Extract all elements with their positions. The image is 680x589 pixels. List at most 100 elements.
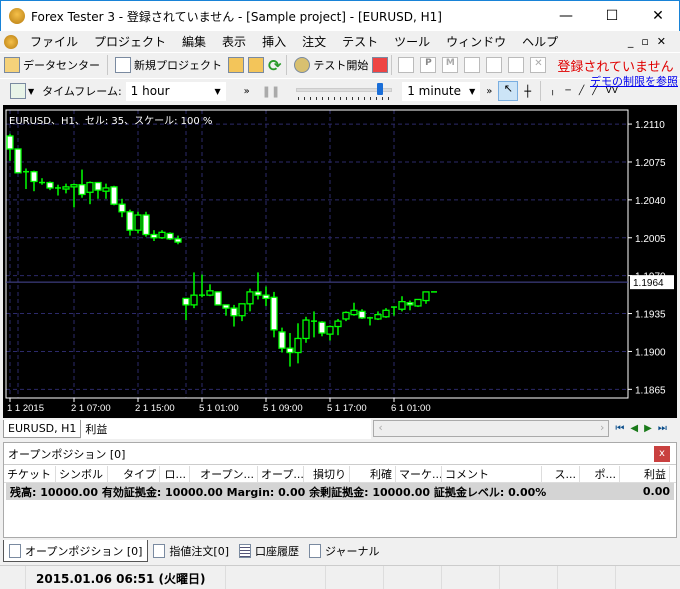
menu-order[interactable]: 注文	[294, 33, 334, 50]
panel-close-button[interactable]: x	[654, 445, 670, 462]
chart-tabs: EURUSD, H1 利益 ‹ › ⏮ ◀ ▶ ⏭	[3, 418, 677, 439]
vertical-line-icon[interactable]: ╷	[550, 86, 555, 96]
column-header[interactable]: 利益	[620, 465, 670, 482]
demo-limit-link[interactable]: デモの制限を参照	[590, 73, 678, 89]
column-header[interactable]: 利確	[350, 465, 396, 482]
candle-bearish	[254, 291, 262, 296]
candle-bullish	[158, 231, 166, 239]
menu-test[interactable]: テスト	[334, 33, 386, 50]
column-header[interactable]: シンボル	[56, 465, 108, 482]
tab-account-history[interactable]: 口座履歴	[234, 540, 304, 562]
menu-insert[interactable]: 挿入	[254, 33, 294, 50]
scroll-left-icon[interactable]: ‹	[378, 421, 382, 436]
chevron-down-icon[interactable]: ▼	[28, 87, 34, 96]
pending-document-icon	[153, 544, 166, 558]
speed-select[interactable]: 1 minute ▼	[402, 81, 481, 101]
candle-bearish	[126, 211, 134, 231]
chart-canvas: 1.21101.20751.20401.20051.19701.19351.19…	[5, 109, 674, 414]
tab-profit[interactable]: 利益	[81, 418, 372, 439]
menu-file[interactable]: ファイル	[22, 33, 86, 50]
close-button[interactable]: ✕	[635, 1, 680, 31]
candle-bearish	[78, 184, 86, 196]
scroll-right-icon[interactable]: ›	[600, 421, 604, 436]
candle-bullish	[238, 303, 246, 317]
separator	[391, 55, 393, 75]
minimize-button[interactable]: —	[543, 1, 589, 31]
column-header[interactable]: 損切り	[304, 465, 350, 482]
column-header[interactable]: オープ...	[258, 465, 304, 482]
tab-journal[interactable]: ジャーナル	[304, 540, 384, 562]
first-bar-icon[interactable]: ⏮	[615, 423, 624, 434]
new-project-button[interactable]: 新規プロジェクト	[111, 54, 226, 76]
next-bar-icon[interactable]: ▶	[644, 423, 652, 434]
separator	[286, 55, 288, 75]
strategy-icon[interactable]	[372, 57, 389, 73]
new-chart-icon[interactable]	[10, 83, 26, 99]
crosshair-tool-icon[interactable]: ┼	[524, 85, 531, 98]
menu-edit[interactable]: 編集	[174, 33, 214, 50]
column-header[interactable]: ス...	[542, 465, 580, 482]
last-bar-icon[interactable]: ⏭	[658, 423, 667, 434]
market-order-icon[interactable]: M	[442, 57, 459, 73]
pending-order-icon[interactable]: P	[420, 57, 437, 73]
tab-open-positions[interactable]: オープンポジション [0]	[3, 540, 149, 562]
column-header[interactable]: ポ...	[580, 465, 620, 482]
menu-project[interactable]: プロジェクト	[86, 33, 174, 50]
test-start-label: テスト開始	[313, 59, 369, 72]
column-header[interactable]: マーケ...	[396, 465, 442, 482]
speed-slider[interactable]	[296, 82, 393, 100]
slider-thumb[interactable]	[377, 83, 384, 95]
chart-scrollbar[interactable]: ‹ ›	[373, 420, 610, 437]
app-menu-icon[interactable]	[4, 34, 18, 49]
open-project-icon[interactable]	[228, 57, 244, 73]
tab-eurusd-h1[interactable]: EURUSD, H1	[3, 419, 82, 438]
check-order-icon[interactable]	[486, 57, 503, 73]
candle-bullish	[134, 214, 142, 231]
y-tick-label: 1.1900	[635, 347, 666, 358]
timeframe-select[interactable]: 1 hour ▼	[125, 81, 226, 101]
column-header[interactable]: コメント	[442, 465, 542, 482]
summary-profit: 0.00	[642, 485, 670, 498]
horizontal-line-icon[interactable]: ─	[565, 86, 570, 96]
price-chart[interactable]: 1.21101.20751.20401.20051.19701.19351.19…	[3, 105, 677, 418]
column-header[interactable]: チケット	[4, 465, 56, 482]
menu-tools[interactable]: ツール	[386, 33, 438, 50]
tab-pending-orders[interactable]: 指値注文[0]	[148, 540, 234, 562]
data-center-label: データセンター	[23, 59, 100, 72]
check-all-icon[interactable]	[508, 57, 525, 73]
column-header[interactable]: ロ...	[160, 465, 190, 482]
tab-label: ジャーナル	[325, 545, 380, 558]
menu-window[interactable]: ウィンドウ	[438, 33, 514, 50]
menu-view[interactable]: 表示	[214, 33, 254, 50]
prev-bar-icon[interactable]: ◀	[630, 423, 638, 434]
title-bar: Forex Tester 3 - 登録されていません - [Sample pro…	[0, 0, 680, 31]
candle-bullish	[350, 309, 358, 316]
cursor-tool-icon[interactable]: ↖	[498, 81, 519, 101]
document-icon	[9, 543, 21, 558]
refresh-icon[interactable]: ⟳	[268, 56, 281, 75]
delete-order-icon[interactable]: ✕	[530, 57, 547, 73]
trend-line-icon[interactable]: ╱	[579, 86, 584, 96]
column-header[interactable]: オープン...	[190, 465, 258, 482]
maximize-button[interactable]: ☐	[589, 1, 635, 31]
plot-frame	[5, 109, 629, 399]
y-tick-label: 1.2075	[635, 158, 666, 169]
new-project-icon	[115, 57, 131, 73]
data-center-button[interactable]: データセンター	[0, 54, 104, 76]
order-icon[interactable]	[398, 57, 415, 73]
candle-bullish	[294, 337, 302, 354]
candle-bearish	[230, 307, 238, 317]
pause-icon[interactable]: ❚❚	[262, 85, 280, 98]
overflow-icon[interactable]: »	[244, 86, 250, 97]
mdi-controls[interactable]: _▫✕	[628, 35, 674, 48]
status-cell	[558, 565, 616, 589]
y-tick-label: 1.2005	[635, 234, 666, 245]
column-header[interactable]: タイプ	[108, 465, 160, 482]
overflow-icon[interactable]: »	[486, 86, 492, 97]
modify-order-icon[interactable]	[464, 57, 481, 73]
menu-help[interactable]: ヘルプ	[514, 33, 566, 50]
test-start-button[interactable]: テスト開始	[290, 54, 372, 76]
status-datetime: 2015.01.06 06:51 (火曜日)	[26, 565, 226, 589]
save-project-icon[interactable]	[248, 57, 264, 73]
panel-title: オープンポジション [0]	[8, 447, 126, 461]
